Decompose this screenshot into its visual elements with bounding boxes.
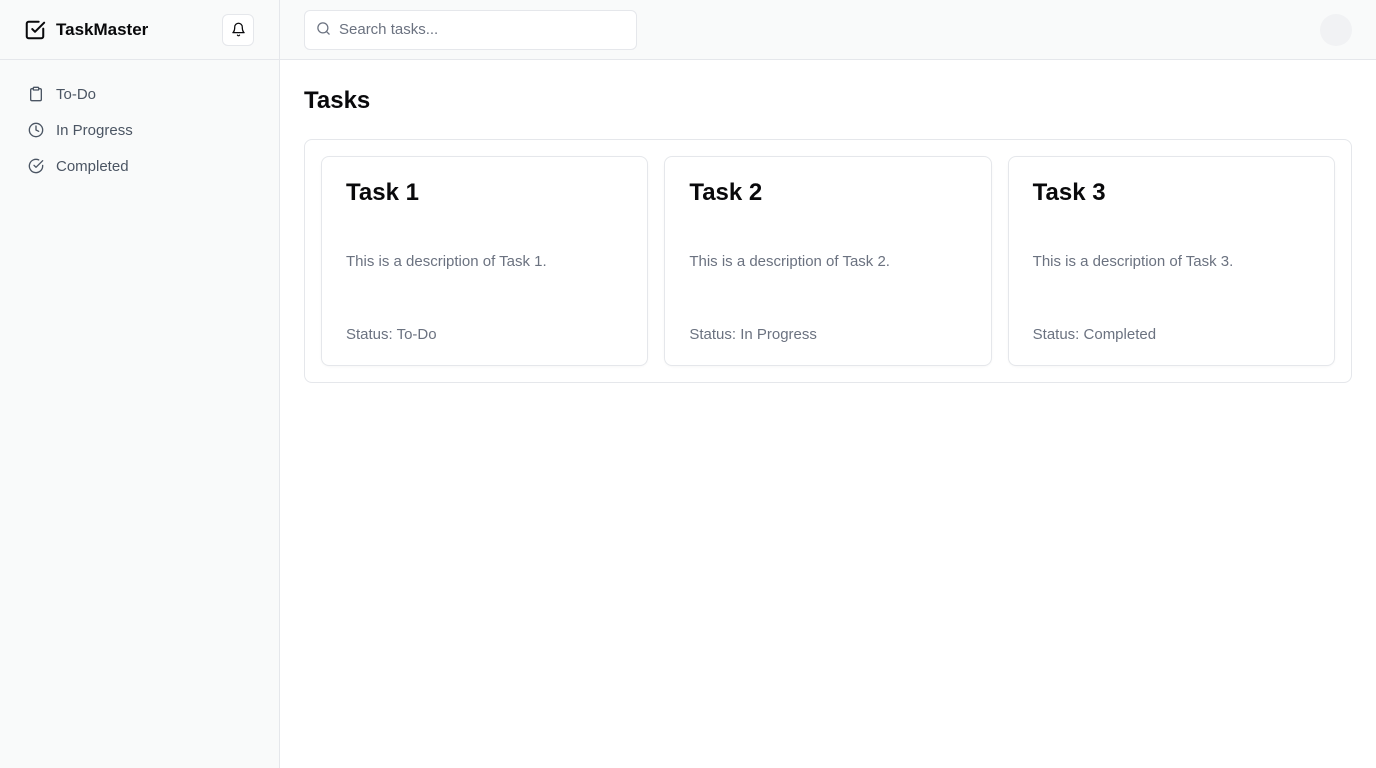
content: Tasks Task 1 This is a description of Ta… — [280, 60, 1376, 407]
task-description: This is a description of Task 1. — [346, 253, 547, 270]
task-title: Task 2 — [689, 179, 763, 206]
notifications-button[interactable] — [222, 13, 254, 46]
sidebar-item-todo[interactable]: To-Do — [16, 76, 263, 112]
task-card[interactable]: Task 2 This is a description of Task 2. … — [664, 156, 992, 366]
square-check-icon — [24, 19, 46, 41]
brand[interactable]: TaskMaster — [24, 19, 148, 41]
avatar[interactable] — [1320, 13, 1352, 46]
sidebar-item-in-progress[interactable]: In Progress — [16, 112, 263, 148]
task-title: Task 3 — [1032, 179, 1106, 206]
clipboard-icon — [28, 86, 44, 102]
sidebar-item-label: Completed — [56, 157, 129, 175]
task-title: Task 1 — [346, 179, 419, 206]
sidebar-header: TaskMaster — [0, 0, 279, 60]
task-card[interactable]: Task 3 This is a description of Task 3. … — [1007, 156, 1335, 366]
bell-icon — [231, 22, 246, 37]
sidebar-item-label: To-Do — [56, 85, 97, 103]
topbar — [280, 0, 1376, 60]
sidebar: TaskMaster To-Do In Progress Completed — [0, 0, 280, 768]
app-name: TaskMaster — [56, 19, 149, 39]
clock-icon — [28, 122, 44, 138]
task-status: Status: In Progress — [689, 326, 817, 343]
search-input[interactable] — [339, 21, 619, 38]
task-status: Status: Completed — [1032, 326, 1157, 343]
page-title: Tasks — [304, 87, 371, 114]
app-root: TaskMaster To-Do In Progress Completed S… — [0, 0, 1376, 768]
sidebar-nav: To-Do In Progress Completed — [0, 60, 279, 184]
task-board: Task 1 This is a description of Task 1. … — [304, 139, 1352, 383]
search-icon — [316, 21, 331, 36]
task-status: Status: To-Do — [346, 326, 437, 343]
main-area: Tasks Task 1 This is a description of Ta… — [280, 0, 1376, 768]
sidebar-item-completed[interactable]: Completed — [16, 148, 263, 184]
check-circle-icon — [28, 158, 44, 174]
task-description: This is a description of Task 3. — [1032, 253, 1234, 270]
task-description: This is a description of Task 2. — [689, 253, 890, 270]
task-card[interactable]: Task 1 This is a description of Task 1. … — [321, 156, 649, 366]
search-box[interactable] — [304, 9, 637, 50]
sidebar-item-label: In Progress — [56, 121, 133, 139]
